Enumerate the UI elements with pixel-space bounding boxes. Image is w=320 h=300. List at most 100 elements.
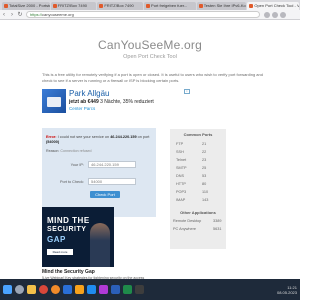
intro-text: This is a free utility for remotely veri… xyxy=(42,72,263,83)
port-number: 53 xyxy=(202,174,207,178)
port-number: 3389 xyxy=(213,219,222,223)
tab-label: FRITZ!Box 7490 xyxy=(104,3,134,8)
port-row[interactable]: IMAP 143 xyxy=(176,198,222,205)
browser-tab[interactable]: Port freigeben fuer... xyxy=(144,2,196,10)
tab-favicon-icon xyxy=(99,4,104,8)
tab-label: Open Port Check Tool - Verify... xyxy=(254,3,299,8)
port-number: 23 xyxy=(202,158,207,162)
ad-banner-center-parcs[interactable]: Park Allgäu jetzt ab €449 3 Nächte, 35% … xyxy=(42,89,192,113)
port-name: SSH xyxy=(176,150,184,154)
search-icon[interactable] xyxy=(15,285,24,294)
port-number: 143 xyxy=(202,198,209,202)
tab-favicon-icon xyxy=(4,4,8,8)
ad-banner-security-gap[interactable]: MIND THE SECURITY GAP Read more xyxy=(42,207,114,267)
address-bar: ‹ › ↻ https://canyouseeme.org xyxy=(0,10,300,20)
port-input[interactable]: 54000 xyxy=(88,178,136,185)
ad-description: 3 Nächte, 35% reduziert xyxy=(100,99,154,105)
url-field[interactable]: https://canyouseeme.org xyxy=(26,11,260,18)
port-row[interactable]: SMTP 25 xyxy=(176,166,222,173)
toolbar-icons xyxy=(264,11,288,18)
extension-icon[interactable] xyxy=(272,11,278,18)
site-subtitle: Open Port Check Tool xyxy=(123,54,177,60)
adchoices-icon[interactable]: i xyxy=(184,89,190,94)
port-row[interactable]: POP3 110 xyxy=(176,190,222,197)
port-row[interactable]: Remote Desktop 3389 xyxy=(173,219,225,226)
reason-label: Reason: xyxy=(46,149,60,153)
tab-favicon-icon xyxy=(249,4,254,8)
illustrator-icon[interactable] xyxy=(75,285,84,294)
port-to-check-label: Port to Check: xyxy=(59,180,84,184)
port-row[interactable]: PC Anywhere 5631 xyxy=(173,227,225,234)
tab-label: Port freigeben fuer... xyxy=(151,3,188,8)
port-name: POP3 xyxy=(176,190,187,194)
ad2-cta-button[interactable]: Read more xyxy=(47,249,73,255)
bookmark-icon[interactable] xyxy=(264,11,270,18)
other-applications-title: Other Applications xyxy=(180,210,216,215)
browser-tab[interactable]: FRITZ!Box 7490 xyxy=(97,2,144,10)
browser-tab[interactable]: FRITZ!Box 7490 xyxy=(50,2,97,10)
ad2-line3: GAP xyxy=(47,235,66,244)
error-ip: 46.244.220.159 xyxy=(110,135,137,139)
taskbar: 11:21 08.05.2023 xyxy=(0,279,300,300)
ad2-line1: MIND THE xyxy=(47,216,90,225)
error-suffix: on port xyxy=(137,135,150,139)
ad2-person-image xyxy=(90,223,110,267)
back-icon[interactable]: ‹ xyxy=(0,11,8,19)
browser-tab-bar: TotalSize 2000 - Portstesting... FRITZ!B… xyxy=(0,0,300,10)
port-row[interactable]: Telnet 23 xyxy=(176,158,222,165)
ad-image xyxy=(42,89,66,113)
tab-label: Testen Sie Ihre IPv6-Konnekt... xyxy=(203,3,247,8)
port-name: IMAP xyxy=(176,198,186,202)
file-explorer-icon[interactable] xyxy=(27,285,36,294)
port-name: PC Anywhere xyxy=(173,227,197,231)
system-tray-clock[interactable]: 11:21 08.05.2023 xyxy=(277,285,297,295)
adobe-xd-icon[interactable] xyxy=(99,285,108,294)
port-number: 5631 xyxy=(213,227,222,231)
your-ip-field[interactable]: 46.244.220.159 xyxy=(88,161,136,168)
your-ip-label: Your IP: xyxy=(70,163,84,167)
browser-tab-active[interactable]: Open Port Check Tool - Verify...✕ xyxy=(247,2,299,10)
ad-price: jetzt ab €449 3 Nächte, 35% reduziert xyxy=(69,99,154,105)
firefox-icon[interactable] xyxy=(51,285,60,294)
forward-icon[interactable]: › xyxy=(8,11,16,19)
port-row[interactable]: SSH 22 xyxy=(176,150,222,157)
outlook-icon[interactable] xyxy=(63,285,72,294)
port-number: 25 xyxy=(202,166,207,170)
clock-date: 08.05.2023 xyxy=(276,289,297,295)
tab-favicon-icon xyxy=(198,4,203,8)
word-icon[interactable] xyxy=(111,285,120,294)
ad-price-value: jetzt ab €449 xyxy=(69,99,99,105)
port-row[interactable]: HTTP 80 xyxy=(176,182,222,189)
site-title[interactable]: CanYouSeeMe.org xyxy=(0,38,300,52)
start-menu-icon[interactable] xyxy=(3,285,12,294)
ad-brand: Center Parcs xyxy=(69,106,96,111)
photoshop-icon[interactable] xyxy=(87,285,96,294)
reload-icon[interactable]: ↻ xyxy=(16,11,24,19)
error-reason: Reason: Connection refused xyxy=(46,149,92,153)
port-name: SMTP xyxy=(176,166,187,170)
port-number: 21 xyxy=(202,142,207,146)
port-row[interactable]: DNS 53 xyxy=(176,174,222,181)
browser-tab[interactable]: Testen Sie Ihre IPv6-Konnekt... xyxy=(196,2,247,10)
error-label: Error: xyxy=(46,135,57,139)
port-name: Telnet xyxy=(176,158,187,162)
menu-icon[interactable] xyxy=(280,11,286,18)
page-content: CanYouSeeMe.org Open Port Check Tool Thi… xyxy=(0,21,300,284)
error-message: Error: I could not see your service on 4… xyxy=(46,135,156,146)
port-row[interactable]: FTP 21 xyxy=(176,142,222,149)
terminal-icon[interactable] xyxy=(135,285,144,294)
check-port-button[interactable]: Check Port xyxy=(90,191,120,198)
port-number: 110 xyxy=(202,190,209,194)
tab-favicon-icon xyxy=(146,4,151,8)
port-name: HTTP xyxy=(176,182,186,186)
chrome-icon[interactable] xyxy=(39,285,48,294)
excel-icon[interactable] xyxy=(123,285,132,294)
tab-label: FRITZ!Box 7490 xyxy=(57,3,88,8)
port-number: 22 xyxy=(202,150,207,154)
browser-tab[interactable]: TotalSize 2000 - Portstesting... xyxy=(2,2,50,10)
port-name: Remote Desktop xyxy=(173,219,202,223)
error-port: (54000) xyxy=(46,140,60,145)
ad-title: Park Allgäu xyxy=(69,89,110,98)
url-text: canyouseeme.org xyxy=(42,12,74,17)
tab-favicon-icon xyxy=(52,4,57,8)
